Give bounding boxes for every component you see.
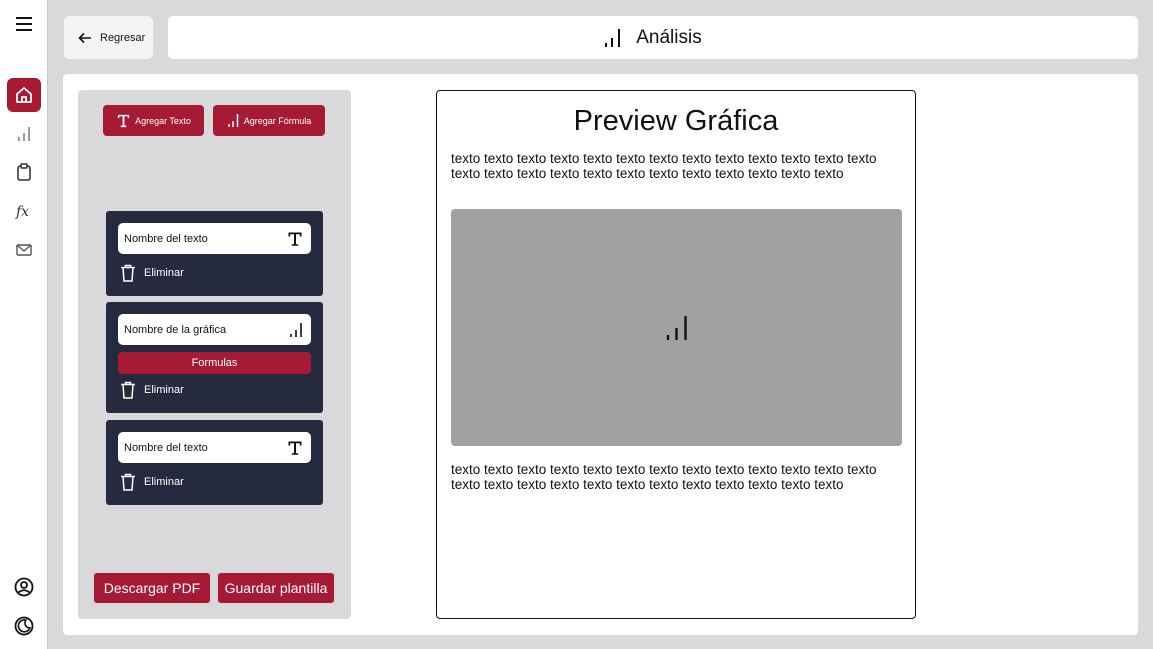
arrow-left-icon [78,32,91,43]
preview-panel: Preview Gráfica texto texto texto texto … [436,90,916,619]
text-block-card: Nombre del texto Eliminar [106,420,323,505]
trash-icon [121,381,135,399]
add-text-button[interactable]: Agregar Texto [103,105,204,136]
menu-icon[interactable] [7,7,41,41]
analytics-icon[interactable] [7,117,41,151]
chart-name-field[interactable]: Nombre de la gráfica [118,314,311,345]
preview-text-bottom: texto texto texto texto texto texto text… [451,462,877,492]
preview-text-top: texto texto texto texto texto texto text… [451,151,877,181]
add-text-label: Agregar Texto [135,115,191,126]
analytics-icon [605,28,621,47]
page-title: Análisis [636,26,702,48]
formulas-label: Formulas [191,357,238,369]
text-name-value: Nombre del texto [124,441,208,454]
clipboard-icon[interactable] [7,155,41,189]
mail-icon[interactable] [7,233,41,267]
text-block-card: Nombre del texto Eliminar [106,211,323,296]
delete-button[interactable]: Eliminar [120,264,184,282]
text-name-field[interactable]: Nombre del texto [118,223,311,254]
analytics-icon [666,315,687,340]
analytics-icon [290,322,302,337]
delete-label: Eliminar [144,384,184,396]
text-icon [117,114,130,128]
analytics-icon [227,114,238,127]
page-header: Análisis [168,16,1138,59]
text-icon [288,232,302,246]
add-formula-button[interactable]: Agregar Fórmula [213,105,325,136]
back-button-label: Regresar [100,31,146,44]
preview-title: Preview Gráfica [573,105,779,137]
theme-toggle-icon[interactable] [7,609,41,643]
formulas-button[interactable]: Formulas [118,352,311,374]
text-name-field[interactable]: Nombre del texto [118,432,311,463]
chart-block-card: Nombre de la gráfica Formulas Eliminar [106,302,323,413]
home-icon[interactable] [7,78,41,112]
profile-icon[interactable] [7,570,41,604]
nav-rail: fx [0,0,48,649]
delete-button[interactable]: Eliminar [120,473,184,491]
text-icon [288,441,302,455]
svg-text:fx: fx [15,204,29,220]
trash-icon [121,264,135,282]
text-name-value: Nombre del texto [124,232,208,245]
delete-label: Eliminar [144,476,184,488]
delete-button[interactable]: Eliminar [120,381,184,399]
trash-icon [121,473,135,491]
delete-label: Eliminar [144,267,184,279]
chart-name-value: Nombre de la gráfica [124,323,227,336]
add-formula-label: Agregar Fórmula [243,115,312,126]
chart-placeholder [451,209,902,446]
formula-icon[interactable]: fx [7,194,41,228]
save-template-button[interactable]: Guardar plantilla [217,572,335,604]
download-pdf-button[interactable]: Descargar PDF [93,572,211,604]
back-button[interactable]: Regresar [64,16,153,59]
